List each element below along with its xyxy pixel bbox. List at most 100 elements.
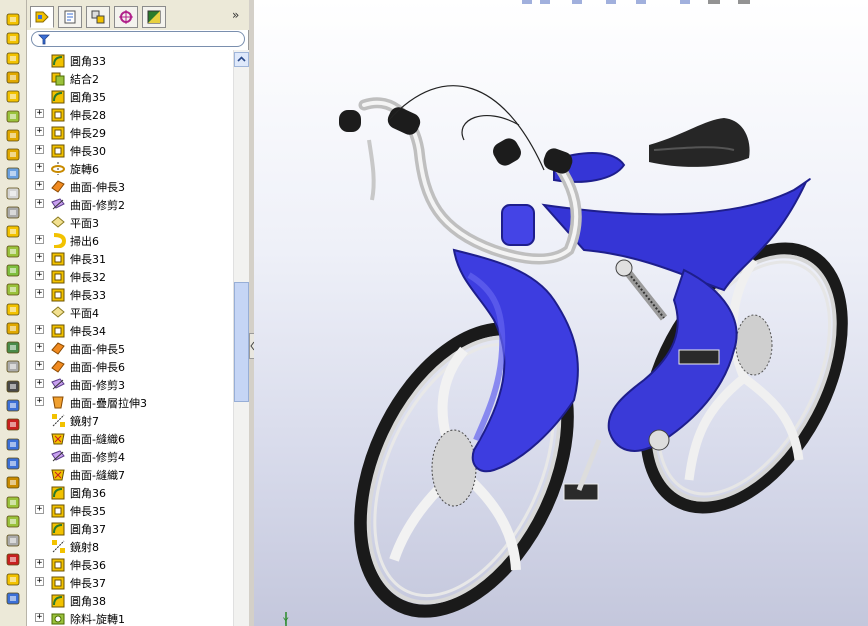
expand-toggle-icon[interactable]: +	[35, 613, 44, 622]
chamfer-icon[interactable]	[4, 145, 22, 163]
expand-toggle-icon[interactable]: +	[35, 145, 44, 154]
feature-tree-item[interactable]: + 曲面-修剪2	[27, 195, 233, 213]
tree-scrollbar[interactable]	[233, 50, 249, 626]
tab-dimxpert[interactable]	[114, 6, 138, 28]
feature-tree-item[interactable]: 平面4	[27, 303, 233, 321]
trim-icon[interactable]	[4, 473, 22, 491]
feature-tree-item[interactable]: + 伸長31	[27, 249, 233, 267]
feature-tree-item[interactable]: + 伸長33	[27, 285, 233, 303]
feature-tree-item[interactable]: 鏡射7	[27, 411, 233, 429]
feature-filter-input[interactable]	[31, 31, 245, 47]
fillet-feature-icon	[50, 88, 66, 104]
extrude-feature-icon	[50, 124, 66, 140]
feature-tree-item[interactable]: + 掃出6	[27, 231, 233, 249]
arc-icon[interactable]	[4, 435, 22, 453]
feature-tree-item[interactable]: + 伸長32	[27, 267, 233, 285]
plane-feature-icon	[50, 304, 66, 320]
tab-display-manager[interactable]	[142, 6, 166, 28]
expand-toggle-icon[interactable]: +	[35, 361, 44, 370]
view-icon[interactable]	[4, 589, 22, 607]
feature-tree-item[interactable]: 結合2	[27, 69, 233, 87]
feature-tree-item[interactable]: 圓角38	[27, 591, 233, 609]
feature-tree-item[interactable]: + 曲面-伸長5	[27, 339, 233, 357]
repair-icon[interactable]	[4, 570, 22, 588]
spline-icon[interactable]	[4, 454, 22, 472]
sketch-icon[interactable]	[4, 338, 22, 356]
revolve-boss-icon[interactable]	[4, 29, 22, 47]
expand-toggle-icon[interactable]: +	[35, 127, 44, 136]
fillet-icon[interactable]	[4, 126, 22, 144]
smart-dimension-icon[interactable]	[4, 357, 22, 375]
expand-toggle-icon[interactable]: +	[35, 289, 44, 298]
expand-toggle-icon[interactable]: +	[35, 199, 44, 208]
expand-toggle-icon[interactable]: +	[35, 109, 44, 118]
feature-tree-item[interactable]: + 曲面-伸長3	[27, 177, 233, 195]
extrude-boss-icon[interactable]	[4, 10, 22, 28]
sweep-icon[interactable]	[4, 49, 22, 67]
feature-tree-item[interactable]: + 伸長30	[27, 141, 233, 159]
feature-tree: 圓角33 結合2 圓角35 + 伸長28 + 伸長29 + 伸長30 + 旋轉6 + 曲面-伸長3 + 曲面…	[27, 50, 233, 626]
feature-tree-item[interactable]: + 伸長34	[27, 321, 233, 339]
feature-tree-item[interactable]: + 除料-旋轉1	[27, 609, 233, 626]
expand-toggle-icon[interactable]: +	[35, 343, 44, 352]
feature-tree-item[interactable]: + 曲面-修剪3	[27, 375, 233, 393]
pattern-icon[interactable]	[4, 531, 22, 549]
bicycle-3d-model[interactable]: Y	[254, 0, 868, 626]
expand-toggle-icon[interactable]: +	[35, 577, 44, 586]
heads-up-toolbar[interactable]	[522, 0, 750, 4]
tab-configuration-manager[interactable]	[86, 6, 110, 28]
cut-extrude-icon[interactable]	[4, 87, 22, 105]
mirror-icon[interactable]	[4, 261, 22, 279]
feature-tree-item[interactable]: 圓角37	[27, 519, 233, 537]
feature-tree-item[interactable]: 圓角33	[27, 51, 233, 69]
hole-icon[interactable]	[4, 107, 22, 125]
expand-toggle-icon[interactable]: +	[35, 163, 44, 172]
expand-toggle-icon[interactable]: +	[35, 235, 44, 244]
expand-toggle-icon[interactable]: +	[35, 379, 44, 388]
expand-toggle-icon[interactable]: +	[35, 397, 44, 406]
tab-feature-tree[interactable]	[30, 6, 54, 28]
expand-toggle-icon[interactable]: +	[35, 559, 44, 568]
more-tabs-button[interactable]: »	[232, 8, 239, 22]
feature-tree-item[interactable]: + 伸長29	[27, 123, 233, 141]
expand-toggle-icon[interactable]: +	[35, 181, 44, 190]
axis-icon[interactable]	[4, 300, 22, 318]
scroll-thumb[interactable]	[234, 282, 249, 402]
feature-tree-item[interactable]: 曲面-縫織6	[27, 429, 233, 447]
feature-tree-item[interactable]: + 伸長35	[27, 501, 233, 519]
draft-icon[interactable]	[4, 203, 22, 221]
feature-tree-item[interactable]: 鏡射8	[27, 537, 233, 555]
line-icon[interactable]	[4, 377, 22, 395]
relations-icon[interactable]	[4, 550, 22, 568]
expand-toggle-icon[interactable]: +	[35, 325, 44, 334]
expand-toggle-icon[interactable]: +	[35, 271, 44, 280]
graphics-viewport[interactable]: Y	[254, 0, 868, 626]
feature-tree-item[interactable]: + 伸長37	[27, 573, 233, 591]
linear-pattern-icon[interactable]	[4, 242, 22, 260]
tab-property-manager[interactable]	[58, 6, 82, 28]
feature-tree-item[interactable]: + 伸長36	[27, 555, 233, 573]
feature-tree-item[interactable]: 曲面-修剪4	[27, 447, 233, 465]
rib-icon[interactable]	[4, 164, 22, 182]
expand-toggle-icon[interactable]: +	[35, 505, 44, 514]
feature-tree-item[interactable]: 曲面-縫織7	[27, 465, 233, 483]
circle-icon[interactable]	[4, 415, 22, 433]
rectangle-icon[interactable]	[4, 396, 22, 414]
loft-icon[interactable]	[4, 68, 22, 86]
feature-tree-item[interactable]: 圓角35	[27, 87, 233, 105]
feature-tree-item[interactable]: + 曲面-疊層拉伸3	[27, 393, 233, 411]
scroll-up-button[interactable]	[234, 52, 249, 67]
shell-icon[interactable]	[4, 184, 22, 202]
feature-tree-item[interactable]: + 伸長28	[27, 105, 233, 123]
curve-icon[interactable]	[4, 319, 22, 337]
dome-icon[interactable]	[4, 222, 22, 240]
feature-tree-item[interactable]: 平面3	[27, 213, 233, 231]
expand-toggle-icon[interactable]: +	[35, 253, 44, 262]
convert-icon[interactable]	[4, 493, 22, 511]
feature-tree-item-label: 伸長28	[70, 109, 106, 122]
feature-tree-item[interactable]: 圓角36	[27, 483, 233, 501]
offset-icon[interactable]	[4, 512, 22, 530]
plane-icon[interactable]	[4, 280, 22, 298]
feature-tree-item[interactable]: + 曲面-伸長6	[27, 357, 233, 375]
feature-tree-item[interactable]: + 旋轉6	[27, 159, 233, 177]
